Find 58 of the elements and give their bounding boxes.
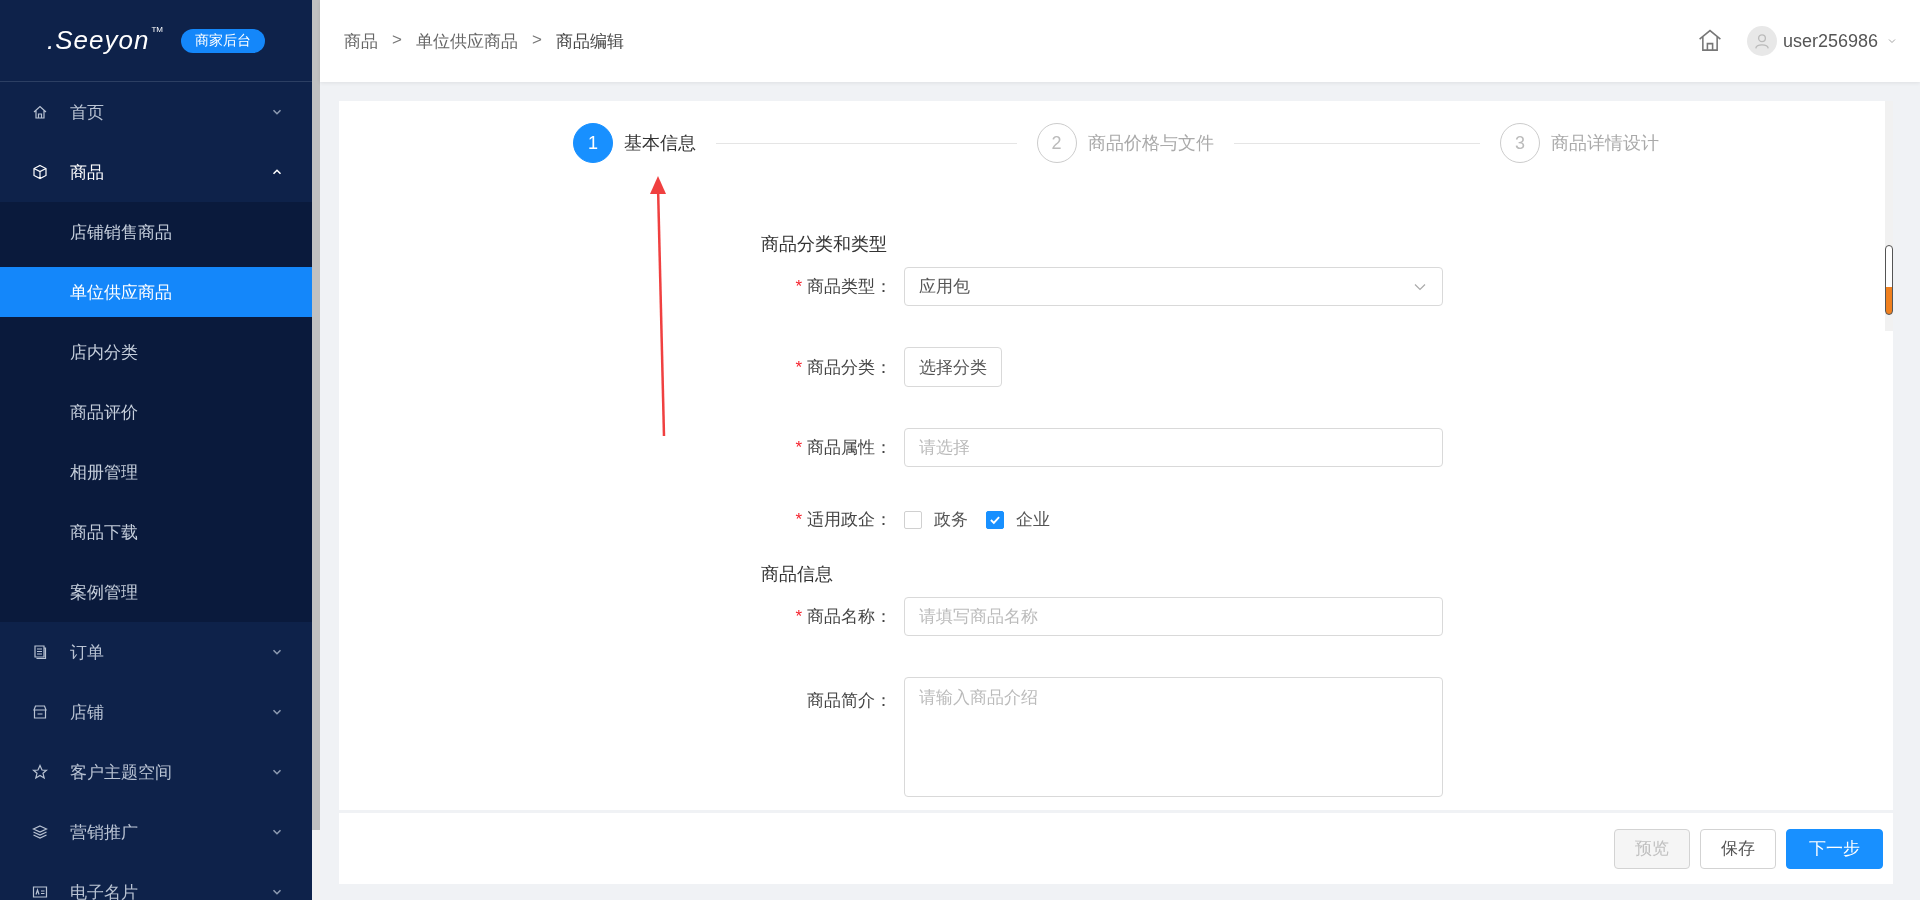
field-label: * 商品分类：	[794, 356, 892, 379]
required-mark: *	[795, 510, 802, 529]
step-label[interactable]: 基本信息	[624, 131, 696, 155]
breadcrumb-separator: >	[392, 29, 402, 51]
menu-item[interactable]: 电子名片	[0, 862, 312, 900]
home-icon	[1696, 28, 1723, 54]
field-label: * 商品名称：	[794, 606, 892, 628]
checkbox-label[interactable]: 企业	[1016, 508, 1050, 531]
trademark: TM	[151, 25, 163, 34]
required-mark: *	[795, 438, 802, 457]
badge: 商家后台	[181, 28, 265, 53]
field-label: * 适用政企：	[794, 509, 892, 531]
logo: .Seeyon	[47, 25, 150, 56]
breadcrumb-link[interactable]: 商品编辑	[555, 29, 624, 53]
field-label: 商品简介：	[806, 690, 892, 712]
footer-button[interactable]: 保存	[1700, 828, 1776, 869]
menu-item[interactable]: 订单	[0, 622, 312, 682]
input-field[interactable]: 请填写商品名称	[904, 597, 1443, 636]
home-icon	[32, 104, 48, 120]
cube-icon	[32, 164, 48, 180]
shop-icon	[32, 704, 48, 720]
breadcrumb-link[interactable]: 单位供应商品	[415, 29, 518, 53]
scrollbar[interactable]	[1885, 101, 1893, 331]
user-name[interactable]: user256986	[1782, 30, 1878, 52]
section-title: 商品分类和类型	[761, 233, 888, 256]
submenu-item[interactable]: 相册管理	[0, 447, 312, 497]
breadcrumb-separator: >	[531, 29, 542, 51]
star-icon	[32, 764, 48, 780]
submenu-item[interactable]: 单位供应商品	[0, 267, 312, 317]
textarea-field[interactable]: 请输入商品介绍	[904, 677, 1443, 797]
submenu-item[interactable]: 店铺销售商品	[0, 207, 312, 257]
submenu-item[interactable]: 商品下载	[0, 507, 312, 557]
id-card-icon	[32, 884, 48, 900]
select-category-button[interactable]: 选择分类	[904, 347, 1002, 387]
layers-icon	[32, 824, 48, 840]
checkbox[interactable]	[904, 510, 922, 529]
select-field[interactable]: 应用包	[904, 267, 1443, 306]
breadcrumb-link[interactable]: 商品	[344, 29, 378, 53]
submenu-item[interactable]: 案例管理	[0, 567, 312, 617]
person-icon	[1752, 32, 1771, 50]
required-mark: *	[795, 357, 802, 377]
menu-item[interactable]: 客户主题空间	[0, 742, 312, 802]
required-mark: *	[795, 607, 802, 626]
checkbox[interactable]	[986, 510, 1004, 529]
menu-item[interactable]: 营销推广	[0, 802, 312, 862]
document-icon	[32, 644, 48, 660]
menu-item[interactable]: 首页	[0, 82, 312, 142]
section-title: 商品信息	[761, 563, 834, 586]
field-label: * 商品属性：	[794, 437, 892, 459]
submenu-item[interactable]: 店内分类	[0, 327, 312, 377]
menu-item[interactable]: 商品	[0, 142, 312, 202]
field-label: * 商品类型：	[794, 276, 892, 298]
submenu-item[interactable]: 商品评价	[0, 387, 312, 437]
scrollbar-thumb[interactable]	[1885, 245, 1893, 315]
required-mark: *	[795, 277, 802, 296]
checkbox-label[interactable]: 政务	[934, 508, 968, 531]
input-field[interactable]: 请选择	[904, 428, 1443, 467]
menu-item[interactable]: 店铺	[0, 682, 312, 742]
